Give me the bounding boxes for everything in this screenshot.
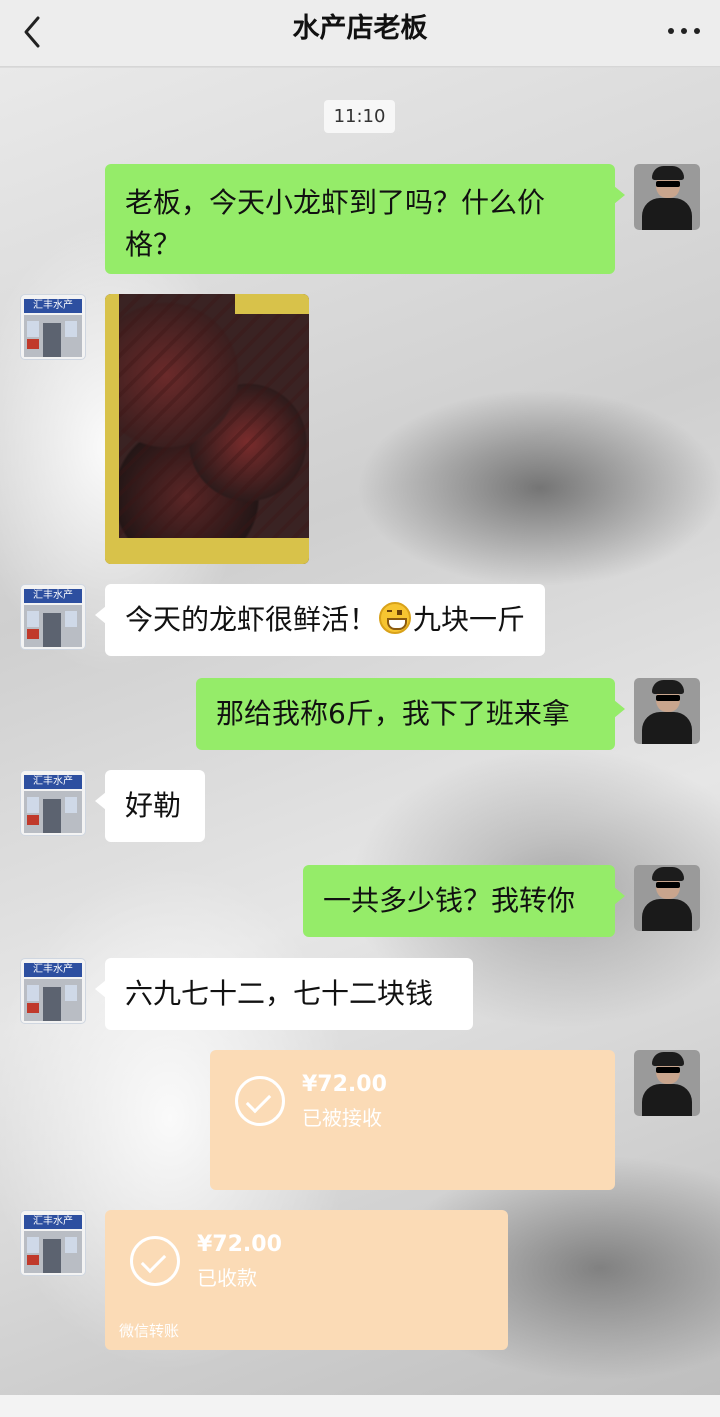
more-dots-icon[interactable] [666, 20, 702, 40]
shop-sign-text: 汇丰水产 [24, 775, 82, 789]
shop-sign-text: 汇丰水产 [24, 963, 82, 977]
my-avatar[interactable] [634, 164, 700, 230]
check-circle-icon [130, 1236, 180, 1286]
shop-sign-text: 汇丰水产 [24, 1215, 82, 1229]
message-text: 九块一斤 [413, 603, 526, 636]
message-text: 一共多少钱？我转你 [323, 884, 576, 917]
grin-smiley-icon [379, 602, 412, 634]
message-timestamp: 11:10 [324, 100, 395, 133]
message-bubble-shop[interactable]: 好勒 [95, 770, 205, 842]
chat-header: 水产店老板 [0, 0, 720, 67]
transfer-status: 已被接收 [302, 1106, 382, 1130]
shop-avatar[interactable]: 汇丰水产 [20, 770, 86, 836]
transfer-amount: ¥72.00 [197, 1232, 282, 1257]
shop-sign-text: 汇丰水产 [24, 299, 82, 313]
message-bubble-shop[interactable]: 六九七十二，七十二块钱 [95, 958, 473, 1030]
shop-avatar[interactable]: 汇丰水产 [20, 1210, 86, 1276]
message-text: 今天的龙虾很鲜活！ [125, 603, 378, 636]
shop-avatar[interactable]: 汇丰水产 [20, 584, 86, 650]
message-bubble-me[interactable]: 老板，今天小龙虾到了吗？什么价格？ [105, 164, 625, 274]
my-avatar[interactable] [634, 865, 700, 931]
transfer-status: 已收款 [197, 1266, 257, 1290]
shop-sign-text: 汇丰水产 [24, 589, 82, 603]
message-text: 六九七十二，七十二块钱 [125, 977, 434, 1010]
transfer-amount: ¥72.00 [302, 1072, 387, 1097]
crayfish-photo[interactable] [105, 294, 309, 564]
message-text: 好勒 [125, 789, 182, 822]
check-circle-icon [235, 1076, 285, 1126]
shop-avatar[interactable]: 汇丰水产 [20, 294, 86, 360]
message-bubble-me[interactable]: 一共多少钱？我转你 [303, 865, 625, 937]
shop-avatar[interactable]: 汇丰水产 [20, 958, 86, 1024]
message-bubble-shop[interactable]: 今天的龙虾很鲜活！ 九块一斤 [94, 584, 546, 656]
input-bar-edge [0, 1395, 720, 1417]
transfer-card-sent[interactable]: ¥72.00 已被接收 [210, 1050, 615, 1190]
my-avatar[interactable] [634, 678, 700, 744]
transfer-footer: 微信转账 [119, 1322, 180, 1340]
chevron-left-icon[interactable] [20, 14, 46, 50]
my-avatar[interactable] [634, 1050, 700, 1116]
chat-title: 水产店老板 [292, 13, 428, 44]
message-text: 老板，今天小龙虾到了吗？什么价格？ [125, 186, 546, 261]
transfer-card-received[interactable]: ¥72.00 已收款 微信转账 [105, 1210, 508, 1350]
message-bubble-me[interactable]: 那给我称6斤，我下了班来拿 [196, 678, 625, 750]
message-text: 那给我称6斤，我下了班来拿 [216, 697, 570, 730]
